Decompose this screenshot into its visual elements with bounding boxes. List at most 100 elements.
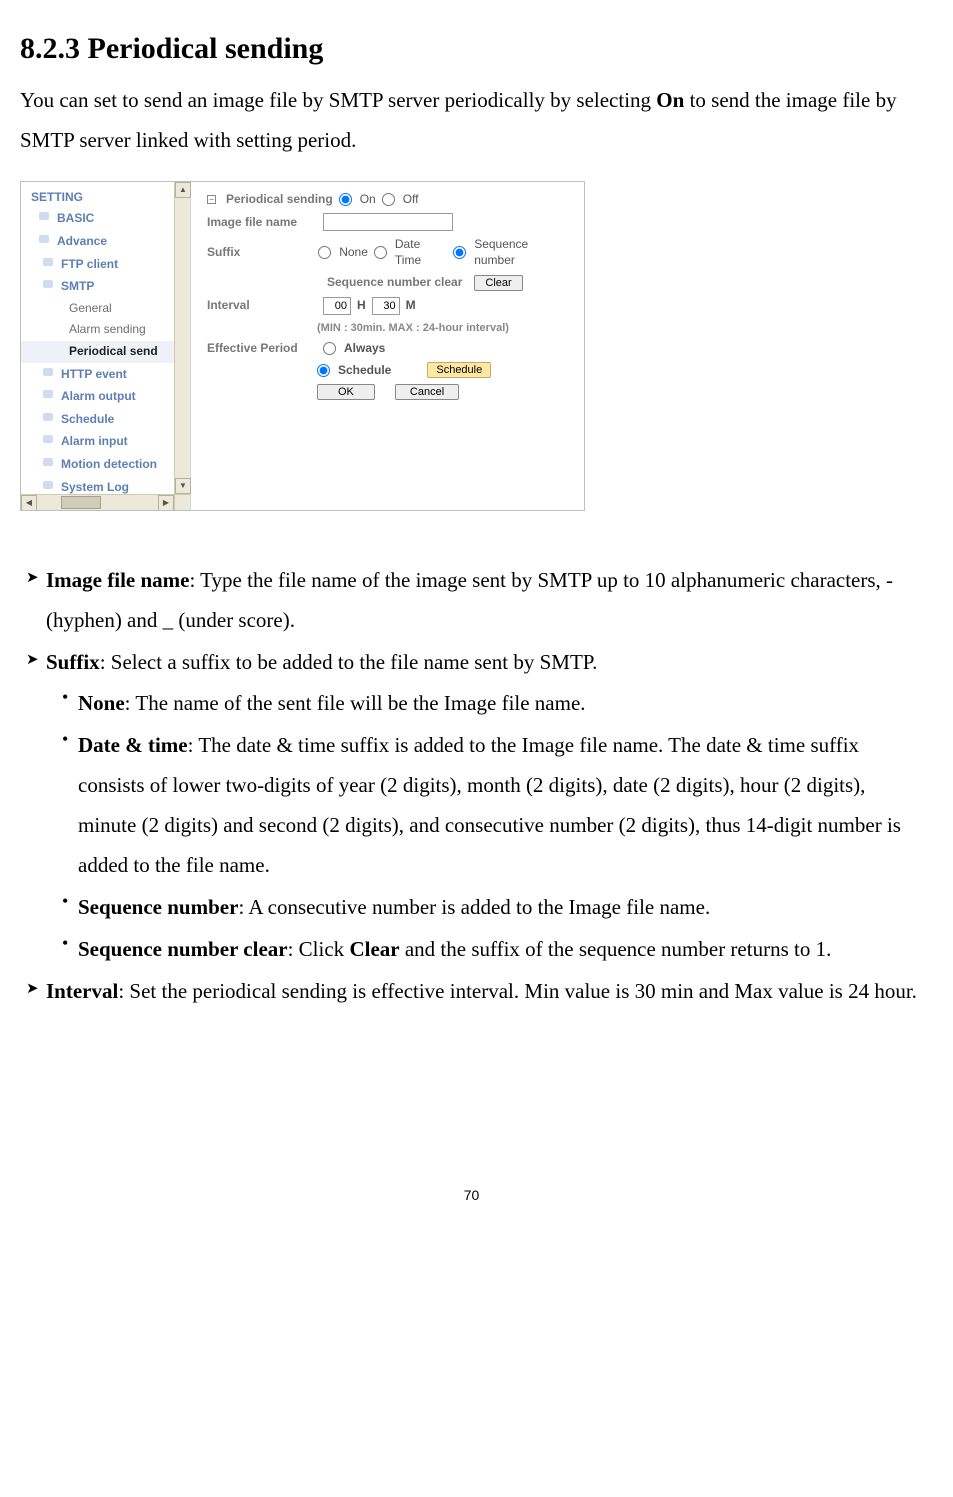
label: Alarm input [61,434,128,448]
subbullet-date-time: Date & time: The date & time suffix is a… [20,726,923,886]
bullet-interval: Interval: Set the periodical sending is … [20,972,923,1012]
bullet-image-file-name: Image file name: Type the file name of t… [20,561,923,641]
date-time-label: Date Time [395,237,447,268]
radio-on[interactable] [339,193,352,206]
term: Image file name [46,568,189,592]
interval-hint: (MIN : 30min. MAX : 24-hour interval) [317,321,509,335]
text: and the suffix of the sequence number re… [400,937,832,961]
sidebar-item-general[interactable]: General [21,298,190,320]
text: : The date & time suffix is added to the… [78,733,901,877]
sidebar-item-smtp[interactable]: SMTP [21,275,190,298]
radio-suffix-none[interactable] [318,246,331,259]
term: Sequence number [78,895,238,919]
sidebar-item-schedule[interactable]: Schedule [21,408,190,431]
vertical-scrollbar[interactable]: ▲ ▼ [174,182,190,494]
radio-off[interactable] [382,193,395,206]
label: Motion detection [61,457,157,471]
schedule-label: Schedule [338,363,391,379]
h-label: H [357,298,366,314]
folder-icon [43,278,57,290]
page-number: 70 [20,1182,923,1209]
horizontal-scrollbar[interactable]: ◀ ▶ [21,494,174,510]
folder-icon [43,256,57,268]
sidebar-item-basic[interactable]: BASIC [21,207,190,230]
sidebar-heading: SETTING [21,182,190,208]
folder-icon [43,366,57,378]
cancel-button[interactable]: Cancel [395,384,459,400]
scroll-down-icon[interactable]: ▼ [175,478,191,494]
intro-paragraph: You can set to send an image file by SMT… [20,81,923,161]
radio-suffix-seq[interactable] [453,246,466,259]
sidebar-item-ftp[interactable]: FTP client [21,253,190,276]
settings-screenshot: SETTING BASIC Advance FTP client SMTP Ge… [20,181,585,511]
folder-icon [39,210,53,222]
form-panel: − Periodical sending On Off Image file n… [191,182,584,510]
clear-button[interactable]: Clear [474,275,522,291]
label: FTP client [61,257,118,271]
subbullet-sequence-number-clear: Sequence number clear: Click Clear and t… [20,930,923,970]
folder-icon [43,456,57,468]
collapse-icon[interactable]: − [207,195,216,204]
scroll-right-icon[interactable]: ▶ [158,495,174,511]
sidebar-item-alarm-input[interactable]: Alarm input [21,430,190,453]
sidebar-item-periodical-send[interactable]: Periodical send [21,341,190,363]
radio-schedule[interactable] [317,364,330,377]
interval-minutes-input[interactable] [372,297,400,315]
scroll-corner [174,494,190,510]
label: Advance [57,234,107,248]
radio-suffix-datetime[interactable] [374,246,387,259]
on-label: On [360,192,376,208]
folder-icon [43,411,57,423]
section-heading: 8.2.3 Periodical sending [20,20,923,77]
image-file-name-label: Image file name [207,215,317,231]
interval-hours-input[interactable] [323,297,351,315]
sidebar-item-http-event[interactable]: HTTP event [21,363,190,386]
sidebar-item-motion[interactable]: Motion detection [21,453,190,476]
scroll-up-icon[interactable]: ▲ [175,182,191,198]
periodical-sending-label: Periodical sending [226,192,333,208]
label: BASIC [57,211,94,225]
folder-icon [43,388,57,400]
effective-period-label: Effective Period [207,341,317,357]
sidebar-item-alarm-output[interactable]: Alarm output [21,385,190,408]
sidebar-item-alarm-sending[interactable]: Alarm sending [21,319,190,341]
text: : A consecutive number is added to the I… [238,895,710,919]
label: SMTP [61,279,94,293]
text: : The name of the sent file will be the … [125,691,586,715]
schedule-button[interactable]: Schedule [427,362,491,378]
scroll-left-icon[interactable]: ◀ [21,495,37,511]
label: Schedule [61,412,114,426]
term: Sequence number clear [78,937,288,961]
text: : Set the periodical sending is effectiv… [118,979,917,1003]
none-label: None [339,245,368,261]
scroll-thumb[interactable] [61,496,101,509]
term: Date & time [78,733,188,757]
term: None [78,691,125,715]
folder-icon [39,233,53,245]
term: Interval [46,979,118,1003]
intro-on: On [656,88,684,112]
sequence-number-label: Sequence number [474,237,568,268]
sidebar: SETTING BASIC Advance FTP client SMTP Ge… [21,182,191,510]
label: System Log [61,480,129,494]
m-label: M [406,298,416,314]
off-label: Off [403,192,419,208]
bullet-list: Image file name: Type the file name of t… [20,561,923,1012]
clear-word: Clear [349,937,399,961]
image-file-name-input[interactable] [323,213,453,231]
label: Alarm output [61,389,136,403]
folder-icon [43,479,57,491]
interval-label: Interval [207,298,317,314]
seq-clear-label: Sequence number clear [327,275,462,291]
text: : Click [288,937,350,961]
subbullet-sequence-number: Sequence number: A consecutive number is… [20,888,923,928]
folder-icon [43,433,57,445]
radio-always[interactable] [323,342,336,355]
bullet-suffix: Suffix: Select a suffix to be added to t… [20,643,923,683]
sidebar-item-advance[interactable]: Advance [21,230,190,253]
ok-button[interactable]: OK [317,384,375,400]
always-label: Always [344,341,385,357]
term: Suffix [46,650,100,674]
label: HTTP event [61,367,127,381]
subbullet-none: None: The name of the sent file will be … [20,684,923,724]
